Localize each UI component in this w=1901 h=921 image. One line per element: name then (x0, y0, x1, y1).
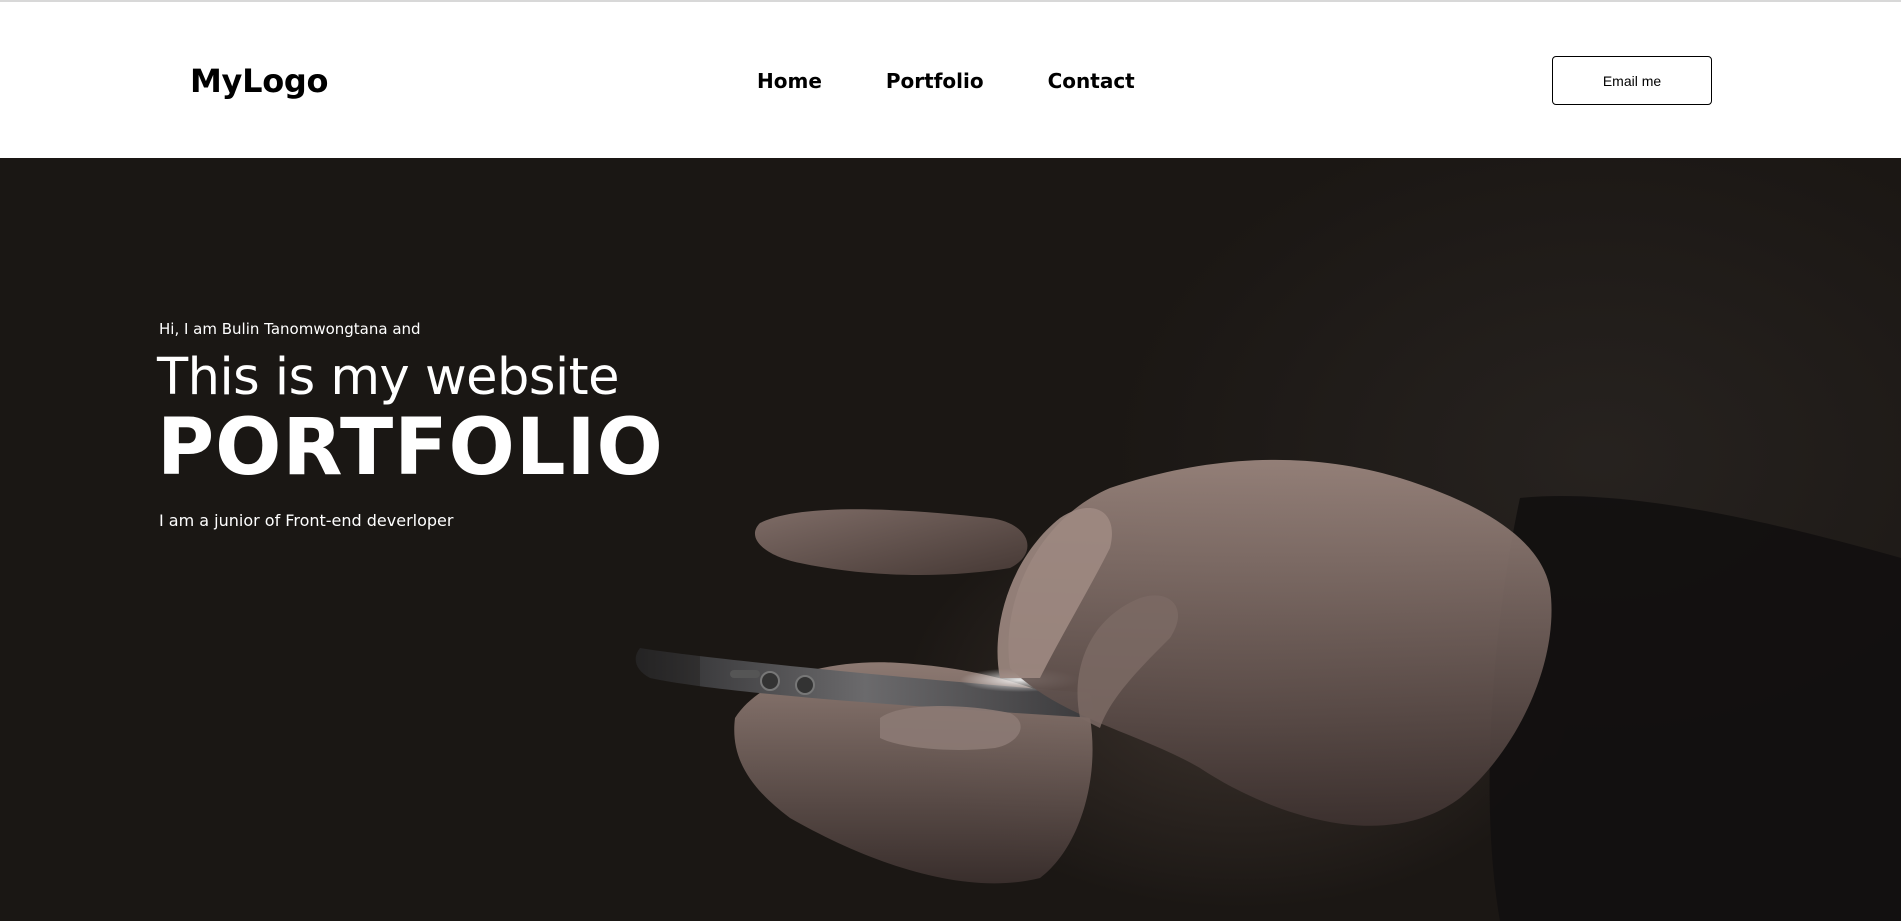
main-nav: Home Portfolio Contact (757, 69, 1199, 93)
navbar: MyLogo Home Portfolio Contact Email me (0, 2, 1901, 158)
hero-section: Hi, I am Bulin Tanomwongtana and This is… (0, 158, 1901, 921)
hero-intro-text: Hi, I am Bulin Tanomwongtana and (159, 320, 421, 338)
site-logo[interactable]: MyLogo (190, 62, 328, 100)
hero-title: PORTFOLIO (157, 403, 664, 493)
hero-headline: This is my website (157, 348, 620, 407)
nav-link-home[interactable]: Home (757, 69, 822, 93)
email-me-button[interactable]: Email me (1552, 56, 1712, 105)
hero-tagline: I am a junior of Front-end deverloper (159, 511, 454, 530)
hero-background-image (0, 158, 1901, 921)
nav-link-contact[interactable]: Contact (1048, 69, 1135, 93)
nav-link-portfolio[interactable]: Portfolio (886, 69, 984, 93)
